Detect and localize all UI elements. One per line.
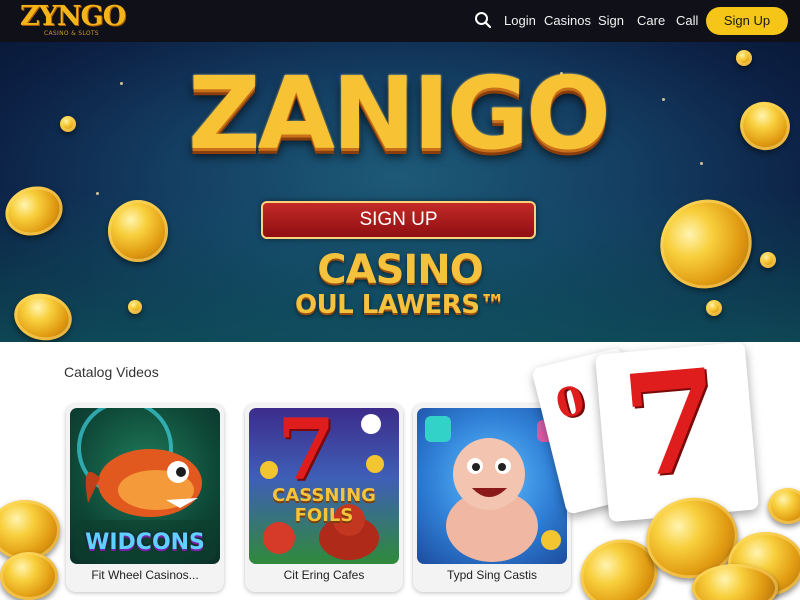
logo-tagline: CASINO & SLOTS (44, 30, 99, 37)
game-thumbnail (417, 408, 567, 564)
hero-subtitle-casino: CASINO (317, 247, 483, 293)
coin-image (733, 94, 797, 158)
nav-link-login[interactable]: Login (504, 13, 536, 28)
seven-symbol-icon: 7 (616, 338, 728, 511)
logo-text: ZYNGO (20, 1, 126, 32)
sparkle (700, 162, 703, 165)
coin-image (60, 116, 76, 132)
game-card[interactable]: 7 CASSNING FOILS Cit Ering Cafes (245, 404, 403, 592)
coin-image (706, 300, 722, 316)
playing-card-icon: 7 (594, 338, 760, 523)
site-logo[interactable]: ZYNGO CASINO & SLOTS (20, 1, 136, 39)
sparkle (96, 192, 99, 195)
sparkle (120, 82, 123, 85)
coin-image (736, 50, 752, 66)
section-title: Catalog Videos (64, 364, 159, 380)
hero-signup-button[interactable]: SIGN UP (261, 201, 536, 239)
nav-link-casinos[interactable]: Casinos (544, 13, 591, 28)
hero-title: ZANIGO (188, 55, 611, 172)
zero-symbol-icon: 0 (551, 376, 590, 429)
games-section: Catalog Videos WIDCONS Fit Wheel Casinos… (0, 338, 800, 600)
top-nav: ZYNGO CASINO & SLOTS Login Casinos Sign … (0, 0, 800, 42)
game-card-label: Typd Sing Castis (446, 568, 538, 582)
coin-image (768, 488, 800, 524)
coin-image (0, 500, 60, 560)
pig-character-icon (425, 416, 561, 562)
coin-image (760, 252, 776, 268)
hero-banner: ZANIGO SIGN UP CASINO OUL LAWERS™ (0, 42, 800, 342)
nav-link-care[interactable]: Care (637, 13, 665, 28)
game-title-art: WIDCONS (85, 530, 205, 555)
game-card-label: Fit Wheel Casinos... (91, 568, 199, 582)
coin-image (0, 552, 58, 600)
game-thumbnail: WIDCONS (70, 408, 220, 564)
game-title-art: CASSNING FOILS (272, 485, 376, 526)
nav-link-call[interactable]: Call (676, 13, 698, 28)
sparkle (662, 98, 665, 101)
game-card[interactable]: WIDCONS Fit Wheel Casinos... (66, 404, 224, 592)
coin-image (108, 200, 168, 262)
search-icon[interactable] (474, 11, 492, 29)
nav-link-sign[interactable]: Sign (598, 13, 624, 28)
signup-button[interactable]: Sign Up (706, 7, 788, 35)
game-card-label: Cit Ering Cafes (283, 568, 365, 582)
game-thumbnail: 7 CASSNING FOILS (249, 408, 399, 564)
hero-subtitle-tagline: OUL LAWERS™ (294, 290, 506, 320)
coin-image (128, 300, 142, 314)
